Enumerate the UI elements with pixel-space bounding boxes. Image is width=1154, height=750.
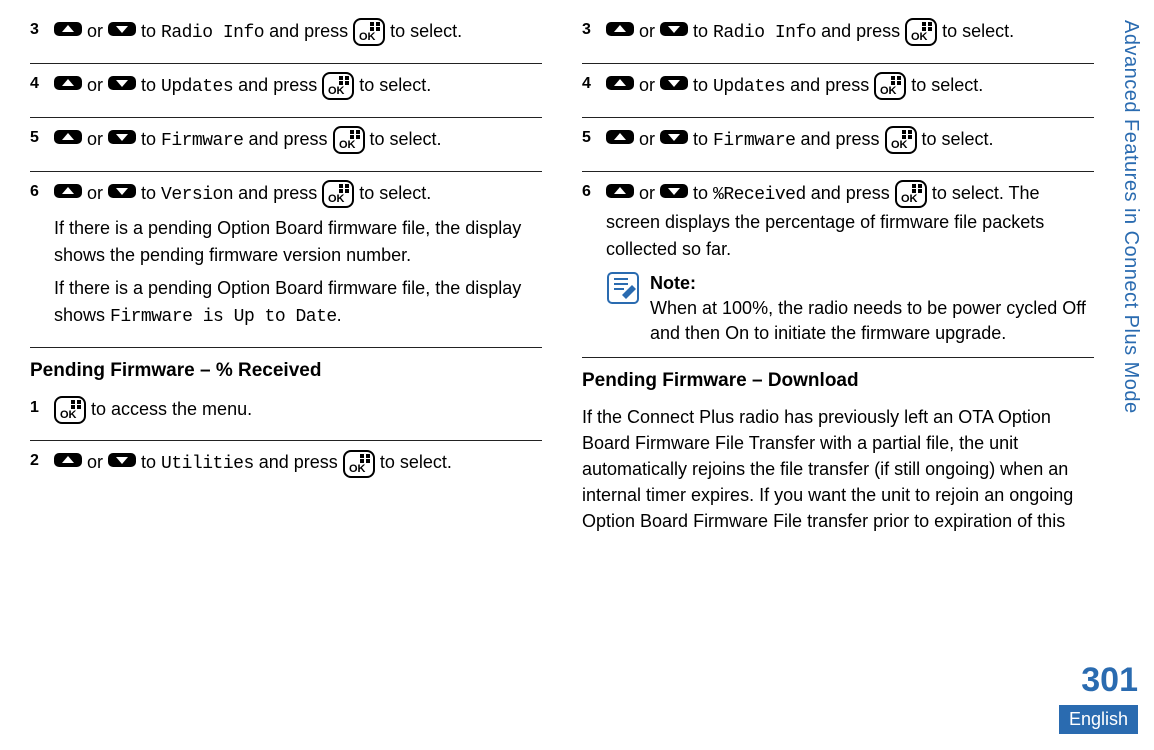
step-extra-text: If there is a pending Option Board firmw… — [54, 215, 542, 269]
down-arrow-icon — [108, 450, 136, 477]
right-column: 3 or to Radio Info and press to select. … — [582, 10, 1094, 650]
step-number: 4 — [582, 72, 606, 107]
step-number: 5 — [582, 126, 606, 161]
up-arrow-icon — [54, 127, 82, 154]
ok-button-icon — [333, 126, 365, 154]
menu-target: Radio Info — [713, 23, 816, 43]
step-extra-text: If there is a pending Option Board firmw… — [54, 275, 542, 331]
up-arrow-icon — [54, 181, 82, 208]
divider — [582, 357, 1094, 358]
up-arrow-icon — [54, 450, 82, 477]
step-4: 4 or to Updates and press to select. — [30, 64, 542, 117]
ok-button-icon — [895, 180, 927, 208]
ok-button-icon — [322, 72, 354, 100]
up-arrow-icon — [54, 73, 82, 100]
note-icon — [606, 271, 640, 347]
down-arrow-icon — [660, 19, 688, 46]
step-number: 5 — [30, 126, 54, 161]
menu-target: Updates — [161, 77, 233, 97]
ok-button-icon — [874, 72, 906, 100]
down-arrow-icon — [108, 181, 136, 208]
down-arrow-icon — [660, 73, 688, 100]
menu-target: Firmware — [161, 131, 243, 151]
menu-target: Utilities — [161, 454, 254, 474]
up-arrow-icon — [606, 181, 634, 208]
up-arrow-icon — [606, 127, 634, 154]
down-arrow-icon — [660, 127, 688, 154]
note-body: When at 100%, the radio needs to be powe… — [650, 298, 1086, 343]
step-3: 3 or to Radio Info and press to select. — [30, 10, 542, 63]
step-5: 5 or to Firmware and press to select. — [30, 118, 542, 171]
down-arrow-icon — [108, 127, 136, 154]
step-5: 5 or to Firmware and press to select. — [582, 118, 1094, 171]
up-arrow-icon — [606, 19, 634, 46]
menu-target: Radio Info — [161, 23, 264, 43]
ok-button-icon — [322, 180, 354, 208]
step-number: 2 — [30, 449, 54, 484]
menu-target: Firmware — [713, 131, 795, 151]
step-3: 3 or to Radio Info and press to select. — [582, 10, 1094, 63]
step-6: 6 or to %Received and press to select. T… — [582, 172, 1094, 357]
down-arrow-icon — [108, 73, 136, 100]
note-callout: Note: When at 100%, the radio needs to b… — [606, 271, 1094, 347]
menu-target: %Received — [713, 185, 806, 205]
step-6: 6 or to Version and press to select. If … — [30, 172, 542, 347]
step-number: 3 — [30, 18, 54, 53]
section-heading: Pending Firmware – % Received — [30, 360, 542, 382]
note-label: Note: — [650, 271, 1094, 296]
step-4: 4 or to Updates and press to select. — [582, 64, 1094, 117]
step-number: 6 — [582, 180, 606, 347]
menu-target: Version — [161, 185, 233, 205]
step-number: 3 — [582, 18, 606, 53]
ok-button-icon — [353, 18, 385, 46]
chapter-tab: Advanced Features in Connect Plus Mode — [1119, 20, 1142, 414]
divider — [30, 347, 542, 348]
down-arrow-icon — [660, 181, 688, 208]
ok-button-icon — [343, 450, 375, 478]
ok-button-icon — [54, 396, 86, 424]
left-column: 3 or to Radio Info and press to select. … — [30, 10, 542, 650]
step-number: 4 — [30, 72, 54, 107]
section-heading: Pending Firmware – Download — [582, 370, 1094, 392]
step-2: 2 or to Utilities and press to select. — [30, 441, 542, 494]
step-number: 1 — [30, 396, 54, 430]
up-arrow-icon — [54, 19, 82, 46]
up-arrow-icon — [606, 73, 634, 100]
body-paragraph: If the Connect Plus radio has previously… — [582, 404, 1094, 534]
step-1: 1 to access the menu. — [30, 388, 542, 440]
page-number: 301 — [1081, 661, 1138, 700]
step-number: 6 — [30, 180, 54, 337]
language-badge: English — [1059, 705, 1138, 734]
ok-button-icon — [885, 126, 917, 154]
menu-target: Updates — [713, 77, 785, 97]
ok-button-icon — [905, 18, 937, 46]
down-arrow-icon — [108, 19, 136, 46]
